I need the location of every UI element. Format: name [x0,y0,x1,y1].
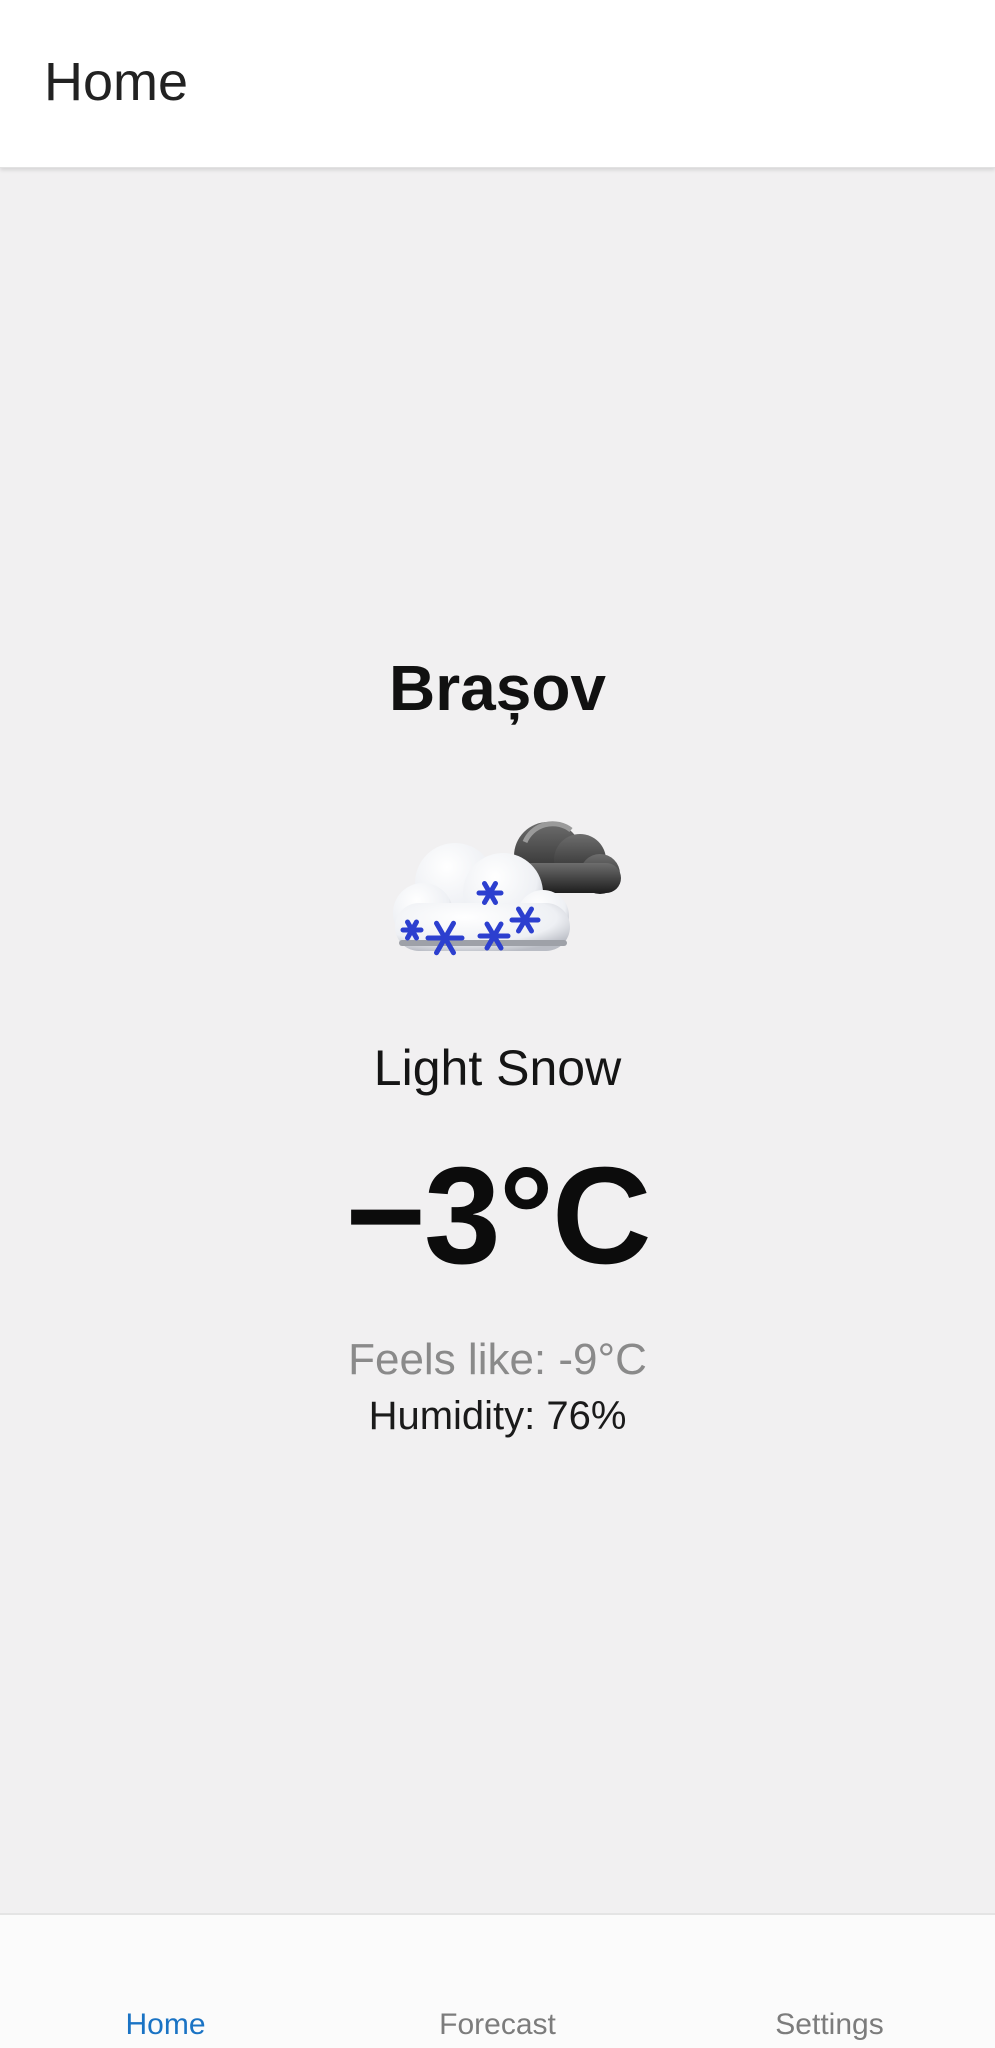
nav-tab-forecast[interactable]: Forecast [332,1915,663,2048]
page-title: Home [44,52,189,112]
snow-cloud-icon [393,821,621,956]
current-weather: Brașov Light Snow −3°C Feels like: -9°C … [0,168,995,1913]
nav-label-home: Home [125,2008,206,2041]
temperature-value: −3°C [345,1139,651,1293]
bottom-navigation: Home Forecast Settings [0,1913,995,2048]
nav-label-settings: Settings [775,2008,884,2041]
humidity-text: Humidity: 76% [368,1394,627,1438]
feels-like-text: Feels like: -9°C [348,1335,647,1384]
city-name: Brașov [389,652,606,724]
weather-condition: Light Snow [373,1040,622,1096]
nav-tab-settings[interactable]: Settings [664,1915,995,2048]
weather-app: Home Brașov Light Snow −3°C Feels like: … [0,0,995,2048]
app-bar: Home [0,0,995,168]
nav-label-forecast: Forecast [439,2008,556,2041]
nav-tab-home[interactable]: Home [0,1915,331,2048]
